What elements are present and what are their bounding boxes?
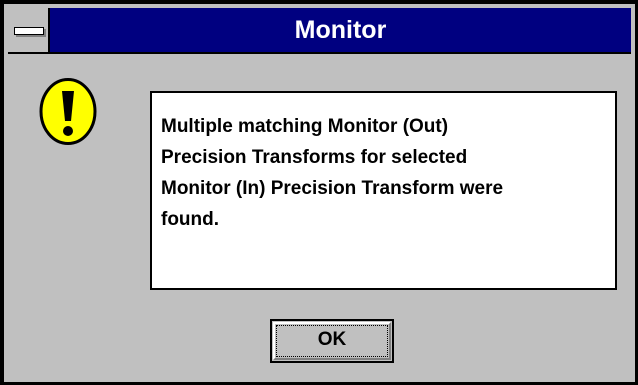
title-bar[interactable]: Monitor xyxy=(8,8,631,54)
exclamation-icon xyxy=(39,78,97,145)
message-line: Multiple matching Monitor (Out) xyxy=(161,116,449,137)
message-line: Precision Transforms for selected xyxy=(161,147,468,168)
window-title: Monitor xyxy=(294,16,387,44)
message-text: Multiple matching Monitor (Out) Precisio… xyxy=(161,111,601,235)
message-line: found. xyxy=(161,209,220,230)
ok-button-label: OK xyxy=(317,329,347,350)
system-menu-icon xyxy=(14,27,44,35)
ok-button[interactable]: OK xyxy=(270,319,394,363)
message-line: Monitor (In) Precision Transform were xyxy=(161,178,504,199)
system-menu-button[interactable] xyxy=(8,8,50,52)
monitor-dialog: Monitor Multiple matching Monitor (Out) … xyxy=(0,0,638,385)
message-panel: Multiple matching Monitor (Out) Precisio… xyxy=(150,91,617,290)
